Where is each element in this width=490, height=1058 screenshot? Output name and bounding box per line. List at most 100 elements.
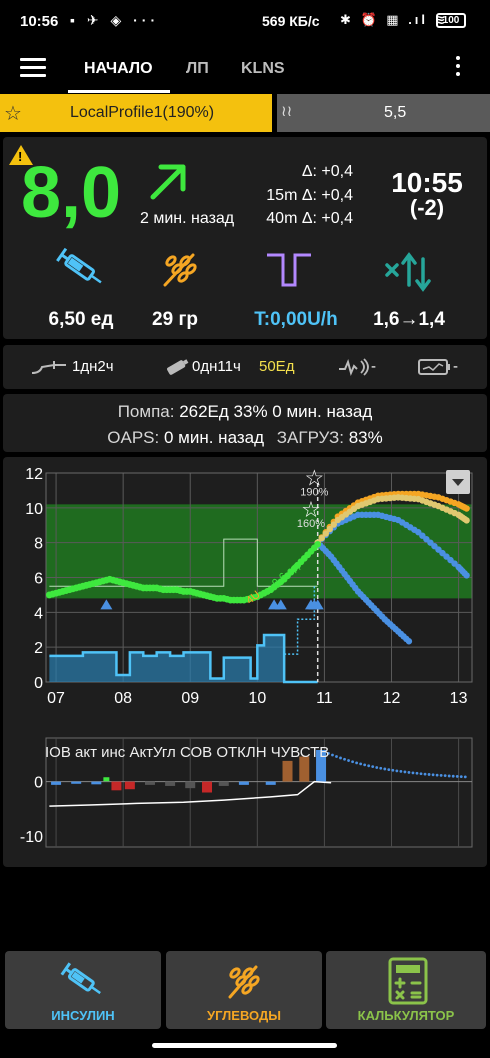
insulin-button[interactable]: ИНСУЛИН xyxy=(5,951,161,1029)
temp-basal-icon[interactable] xyxy=(261,245,317,293)
delta-40m: 40m Δ: +0,4 xyxy=(266,210,353,227)
activity-point xyxy=(383,767,387,771)
bg-value[interactable]: 8,0 xyxy=(21,157,121,229)
y-tick-label: 0 xyxy=(34,675,43,692)
deviation-bar xyxy=(91,781,102,785)
deviation-bar xyxy=(103,777,110,782)
activity-point xyxy=(403,770,407,774)
profile-switch-star-icon: ☆ xyxy=(301,498,321,523)
y-tick-label: 6 xyxy=(34,571,43,588)
wheat-icon[interactable] xyxy=(153,245,209,293)
activity-point xyxy=(339,756,342,760)
deviation-bar xyxy=(124,781,135,790)
star-outline-icon: ☆ xyxy=(4,103,22,125)
syringe-icon xyxy=(60,962,101,995)
activity-point xyxy=(427,773,431,776)
activity-point xyxy=(435,773,439,777)
target-value: 5,5 xyxy=(384,104,407,121)
smb-marker xyxy=(100,599,113,610)
activity-point xyxy=(335,755,338,758)
activity-point xyxy=(355,761,359,765)
x-tick-label: 09 xyxy=(181,690,199,707)
activity-point xyxy=(391,768,395,772)
tab-home[interactable]: НАЧАЛО xyxy=(84,60,153,78)
activity-point xyxy=(371,765,375,769)
sensor-icon xyxy=(339,358,369,377)
activity-point xyxy=(351,760,354,764)
target-button[interactable]: ≀≀ 5,5 xyxy=(277,94,490,132)
gesture-nav-bar[interactable] xyxy=(152,1043,337,1048)
hamburger-menu-icon[interactable] xyxy=(20,58,46,78)
overview-panel: ! 8,0 2 мин. назад Δ: +0,4 15m Δ: +0,4 4… xyxy=(3,137,487,339)
more-vert-icon[interactable] xyxy=(454,56,462,80)
prediction-point-iob xyxy=(405,638,413,645)
activity-point xyxy=(459,775,463,779)
graph-options-dropdown-icon[interactable] xyxy=(446,470,470,494)
activity-point xyxy=(423,772,427,776)
deviation-bar xyxy=(238,781,249,785)
bg-chart[interactable]: 190%☆160%☆4U0,6 ед12108642007 08 09 10 11 12 1… xyxy=(3,457,487,867)
tab-lp[interactable]: ЛП xyxy=(186,60,209,78)
activity-point xyxy=(367,764,371,768)
deviation-bar xyxy=(265,781,276,785)
x-tick-label: 08 xyxy=(114,690,132,707)
deviation-bar xyxy=(185,781,196,789)
activity-point xyxy=(399,770,403,773)
autosens-value: 1,6→1,4 xyxy=(373,309,445,330)
deviation-bar xyxy=(165,781,176,786)
y-tick-label: 8 xyxy=(34,536,43,553)
target-range-icon: ≀≀ xyxy=(281,103,293,120)
prediction-point-uam xyxy=(463,572,470,579)
activity-point xyxy=(343,757,346,761)
y-tick-label: 2 xyxy=(34,640,43,657)
x-tick-label: 10 xyxy=(248,690,266,707)
cob-value: 29 гр xyxy=(152,309,198,330)
battery-icon: 100 xyxy=(436,13,466,28)
tab-indicator xyxy=(68,90,170,93)
x-tick-label: 07 xyxy=(47,690,65,707)
bg-point xyxy=(314,541,322,548)
syringe-icon[interactable] xyxy=(53,245,109,293)
load-label: ЗАГРУЗ: xyxy=(276,428,344,447)
deviation-bar xyxy=(144,781,155,785)
activity-point xyxy=(455,775,459,778)
insulin-level: 50Ед xyxy=(259,358,295,375)
deviation-bar xyxy=(218,781,229,786)
insulin-age: 0дн11ч xyxy=(192,358,241,375)
carbs-button[interactable]: УГЛЕВОДЫ xyxy=(166,951,322,1029)
x-tick-label: 11 xyxy=(316,690,333,707)
status-bar: 10:56 ▪ ✈ ◈ ··· 569 КБ/с ✱ ⏰ ▦ .ıl ≋ 100 xyxy=(0,0,490,44)
activity-point xyxy=(419,772,423,776)
y-tick-label: 10 xyxy=(25,501,43,518)
delta: Δ: +0,4 xyxy=(301,163,353,180)
y-tick-label: 12 xyxy=(25,466,43,483)
trend-arrow-up-right-icon xyxy=(150,164,186,200)
secondary-y-tick-label: -10 xyxy=(20,829,43,846)
pump-battery-status: - xyxy=(453,358,458,375)
load-value: 83% xyxy=(348,428,383,447)
pump-battery-icon xyxy=(418,359,450,375)
target-range-band xyxy=(46,504,472,599)
activity-point xyxy=(415,771,419,775)
profile-button[interactable]: ☆ LocalProfile1(190%) xyxy=(0,94,272,132)
app-bar: НАЧАЛО ЛП KLNS xyxy=(0,44,490,93)
bg-time-ago: 2 мин. назад xyxy=(140,210,235,227)
deviation-bar xyxy=(111,781,122,791)
activity-point xyxy=(375,766,379,769)
deviation-bar xyxy=(282,760,293,782)
prediction-point-cob xyxy=(463,505,470,512)
tab-klns[interactable]: KLNS xyxy=(241,60,285,78)
activity-point xyxy=(331,753,334,757)
delta-15m: 15m Δ: +0,4 xyxy=(266,187,353,204)
cannula-icon xyxy=(31,361,66,374)
calculator-icon xyxy=(388,957,428,1005)
secondary-y-tick-label: 0 xyxy=(34,775,43,792)
time-offset: (-2) xyxy=(409,195,445,220)
bg-chart-panel[interactable]: 190% ☆ 160% ☆ 4U 0,6 ед 12 10 8 6 4 2 0 07 08 09 10 11 12 1… xyxy=(3,457,487,867)
activity-point xyxy=(347,759,350,762)
secondary-graph-legend: IOB акт инс АктУгл СОВ ОТКЛН ЧУВСТВ xyxy=(45,744,330,761)
autosens-icon[interactable] xyxy=(381,245,437,293)
calculator-button[interactable]: КАЛЬКУЛЯТОР xyxy=(326,951,486,1029)
temp-basal-value: T:0,00U/h xyxy=(254,309,338,330)
calculator-button-label: КАЛЬКУЛЯТОР xyxy=(357,1008,455,1023)
